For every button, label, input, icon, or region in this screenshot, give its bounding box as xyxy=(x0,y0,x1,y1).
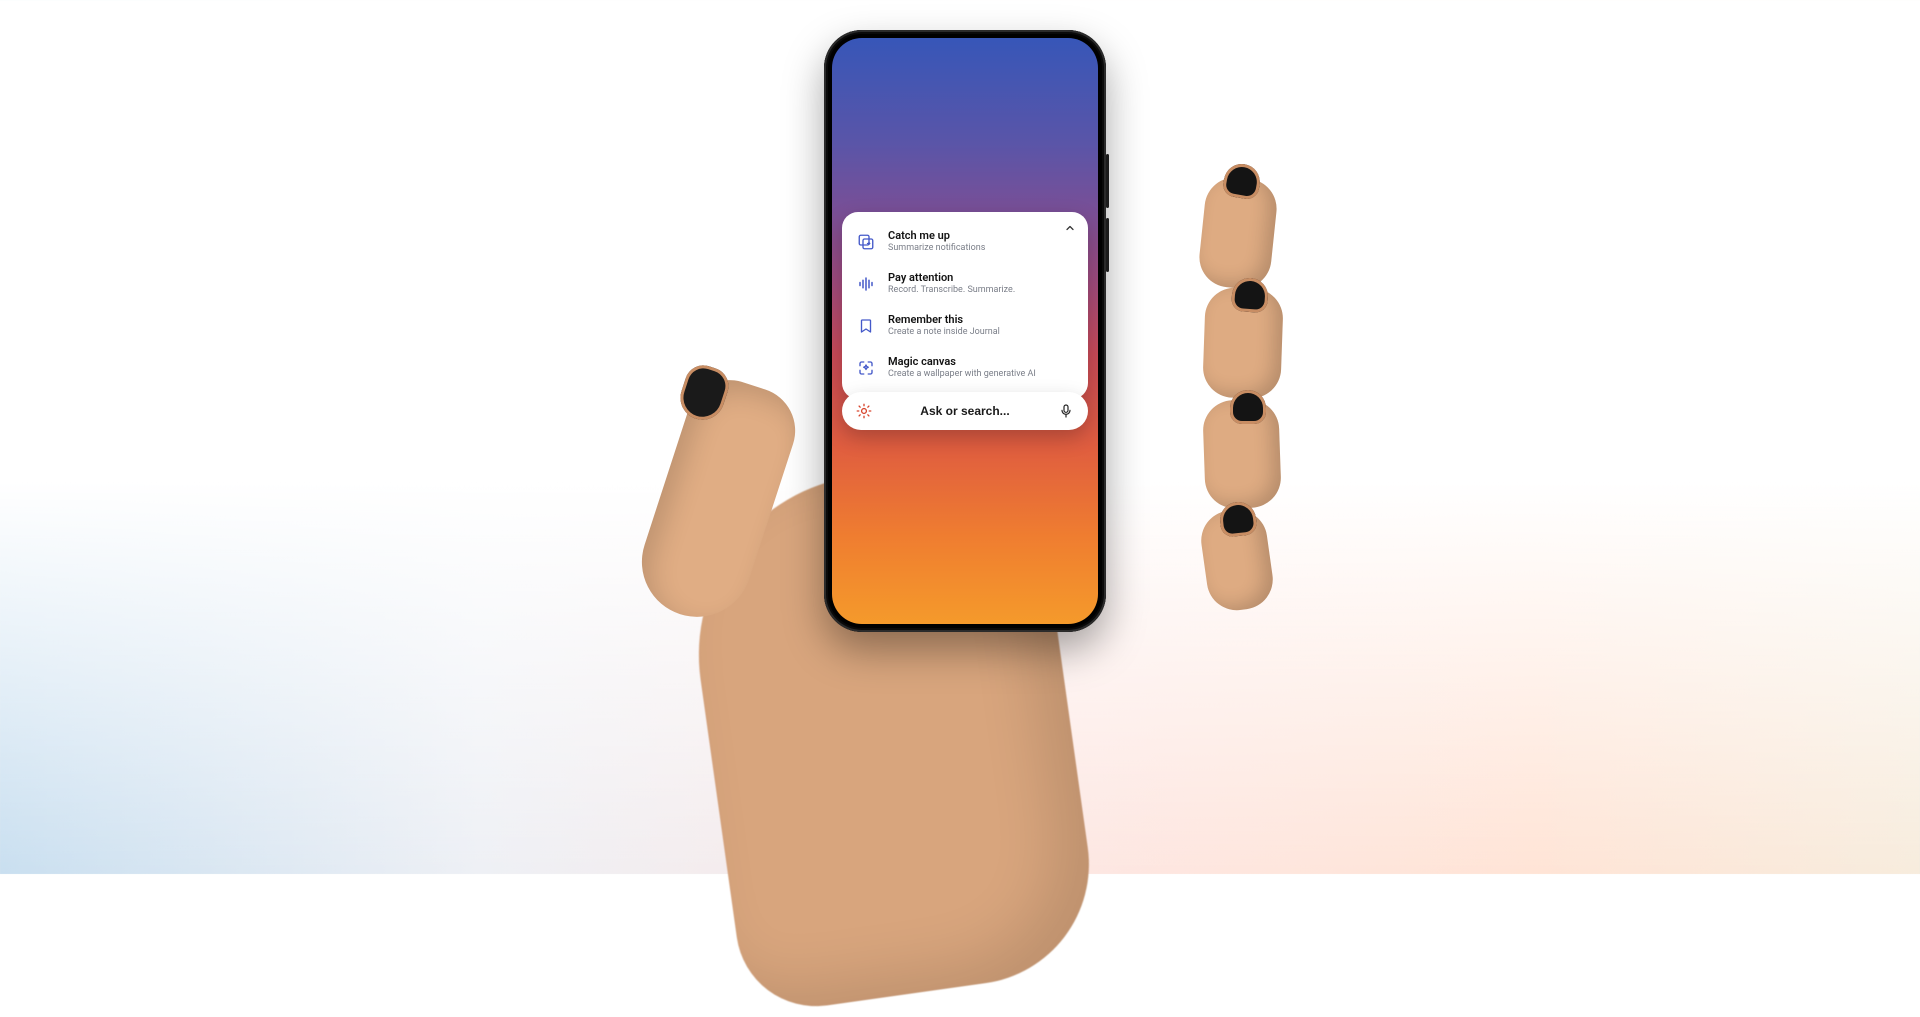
suggestion-pay-attention[interactable]: Pay attention Record. Transcribe. Summar… xyxy=(854,263,1076,305)
suggestion-subtitle: Create a note inside Journal xyxy=(888,327,1074,339)
suggestion-text: Pay attention Record. Transcribe. Summar… xyxy=(888,271,1074,297)
search-bar xyxy=(842,392,1088,430)
suggestion-subtitle: Summarize notifications xyxy=(888,243,1074,255)
chevron-up-icon xyxy=(1064,222,1076,234)
stack-refresh-icon xyxy=(856,232,876,252)
finger-nail xyxy=(1231,277,1269,313)
hand-holding-phone: Catch me up Summarize notifications xyxy=(680,30,1240,874)
bookmark-icon xyxy=(856,316,876,336)
settings-button[interactable] xyxy=(854,401,874,421)
phone-frame: Catch me up Summarize notifications xyxy=(824,30,1106,632)
suggestion-text: Catch me up Summarize notifications xyxy=(888,229,1074,255)
suggestion-remember-this[interactable]: Remember this Create a note inside Journ… xyxy=(854,305,1076,347)
voice-input-button[interactable] xyxy=(1056,401,1076,421)
microphone-icon xyxy=(1058,403,1074,419)
suggestion-title: Remember this xyxy=(888,313,1074,326)
suggestion-magic-canvas[interactable]: Magic canvas Create a wallpaper with gen… xyxy=(854,347,1076,389)
suggestion-catch-me-up[interactable]: Catch me up Summarize notifications xyxy=(854,221,1076,263)
suggestion-title: Pay attention xyxy=(888,271,1074,284)
suggestion-text: Remember this Create a note inside Journ… xyxy=(888,313,1074,339)
gear-sparkle-icon xyxy=(855,402,873,420)
suggestion-subtitle: Create a wallpaper with generative AI xyxy=(888,369,1074,381)
sparkle-frame-icon xyxy=(856,358,876,378)
collapse-button[interactable] xyxy=(1060,218,1080,238)
search-input[interactable] xyxy=(884,404,1046,418)
suggestion-title: Catch me up xyxy=(888,229,1074,242)
suggestion-title: Magic canvas xyxy=(888,355,1074,368)
finger-nail xyxy=(1230,390,1266,424)
phone-screen: Catch me up Summarize notifications xyxy=(832,38,1098,624)
suggestions-card: Catch me up Summarize notifications xyxy=(842,212,1088,399)
stage: Catch me up Summarize notifications xyxy=(0,0,1920,874)
waveform-icon xyxy=(856,274,876,294)
suggestion-subtitle: Record. Transcribe. Summarize. xyxy=(888,285,1074,297)
suggestion-text: Magic canvas Create a wallpaper with gen… xyxy=(888,355,1074,381)
